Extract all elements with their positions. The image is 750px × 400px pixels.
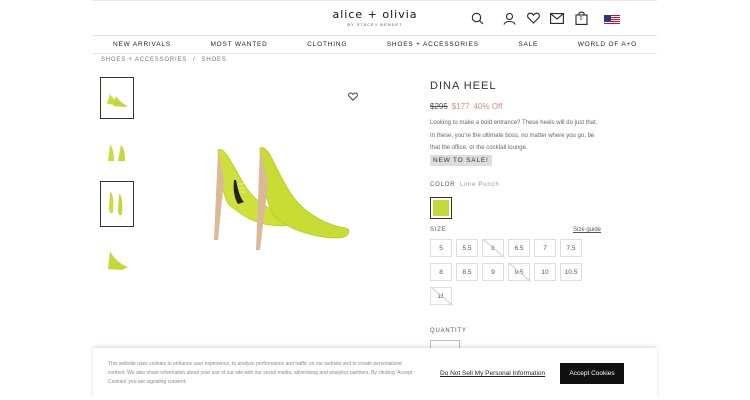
wishlist-icon[interactable] — [526, 11, 540, 25]
product-main-image — [178, 140, 378, 260]
size-option[interactable]: 9 — [482, 263, 504, 281]
site-header: alice + olivia BY STACEY BENDET 0 — [93, 0, 657, 36]
nav-sale[interactable]: SALE — [518, 41, 538, 48]
product-title: DINA HEEL — [430, 80, 497, 92]
size-option[interactable]: 7 — [534, 239, 556, 257]
thumbnail-3[interactable] — [100, 181, 134, 227]
shoe-pair-back-thumbnail — [108, 145, 125, 161]
breadcrumb-shoes-accessories[interactable]: SHOES + ACCESSORIES — [101, 57, 187, 63]
size-option[interactable]: 10 — [534, 263, 556, 281]
nav-new-arrivals[interactable]: NEW ARRIVALS — [113, 41, 171, 48]
search-icon[interactable] — [470, 11, 484, 25]
bag-count: 0 — [579, 16, 583, 22]
breadcrumb-separator: / — [193, 57, 196, 63]
color-label: COLOR Lime Punch — [430, 182, 500, 188]
nav-world-of-ao[interactable]: WORLD OF A+O — [578, 41, 637, 48]
thumbnail-1[interactable] — [100, 77, 134, 119]
status-badge: NEW TO SALE! — [430, 155, 492, 166]
original-price: $295 — [430, 102, 448, 111]
thumbnail-2[interactable] — [100, 131, 134, 173]
thumbnail-4[interactable] — [100, 238, 134, 280]
breadcrumb-shoes[interactable]: SHOES — [202, 57, 227, 63]
cookie-banner: This website uses cookies to enhance use… — [93, 348, 657, 400]
size-option[interactable]: 10.5 — [560, 263, 582, 281]
shoe-pair-top-thumbnail — [109, 192, 123, 216]
sale-price: $177 — [451, 102, 470, 111]
color-swatch-lime-punch[interactable] — [430, 197, 452, 219]
nav-clothing[interactable]: CLOTHING — [307, 41, 347, 48]
do-not-sell-link[interactable]: Do Not Sell My Personal Information — [440, 370, 545, 377]
size-option[interactable]: 8 — [430, 263, 452, 281]
account-icon[interactable] — [502, 11, 516, 25]
size-option[interactable]: 5.5 — [456, 239, 478, 257]
color-value: Lime Punch — [459, 182, 500, 188]
size-options: 5 5.5 6 6.5 7 7.5 8 8.5 9 9.5 10 10.5 11 — [430, 239, 590, 305]
color-heading: COLOR — [430, 182, 456, 188]
size-option[interactable]: 9.5 — [508, 263, 530, 281]
us-flag-icon[interactable] — [604, 13, 620, 24]
size-option[interactable]: 11 — [430, 287, 452, 305]
size-option[interactable]: 5 — [430, 239, 452, 257]
cookie-text: This website uses cookies to enhance use… — [108, 361, 413, 385]
size-guide-link[interactable]: Size guide — [573, 227, 601, 233]
bag-icon[interactable]: 0 — [574, 11, 588, 25]
main-nav: NEW ARRIVALS MOST WANTED CLOTHING SHOES … — [93, 36, 657, 54]
quantity-label: QUANTITY — [430, 328, 467, 334]
size-option[interactable]: 6 — [482, 239, 504, 257]
nav-most-wanted[interactable]: MOST WANTED — [210, 41, 267, 48]
add-to-wishlist-icon[interactable] — [348, 88, 358, 106]
header-icons: 0 — [470, 11, 620, 25]
size-option[interactable]: 8.5 — [456, 263, 478, 281]
product-price: $295 $177 40% Off — [430, 102, 502, 111]
mail-icon[interactable] — [550, 11, 564, 25]
breadcrumb: SHOES + ACCESSORIES / SHOES — [101, 57, 227, 63]
size-label: SIZE — [430, 227, 447, 233]
shoe-pair-thumbnail — [107, 94, 128, 107]
size-option[interactable]: 6.5 — [508, 239, 530, 257]
nav-shoes-accessories[interactable]: SHOES + ACCESSORIES — [387, 41, 479, 48]
product-description: Looking to make a bold entrance? These h… — [430, 120, 598, 151]
discount-label: 40% Off — [473, 102, 503, 111]
size-option[interactable]: 7.5 — [560, 239, 582, 257]
shoe-side-thumbnail — [108, 251, 128, 270]
accept-cookies-button[interactable]: Accept Cookies — [560, 363, 624, 384]
